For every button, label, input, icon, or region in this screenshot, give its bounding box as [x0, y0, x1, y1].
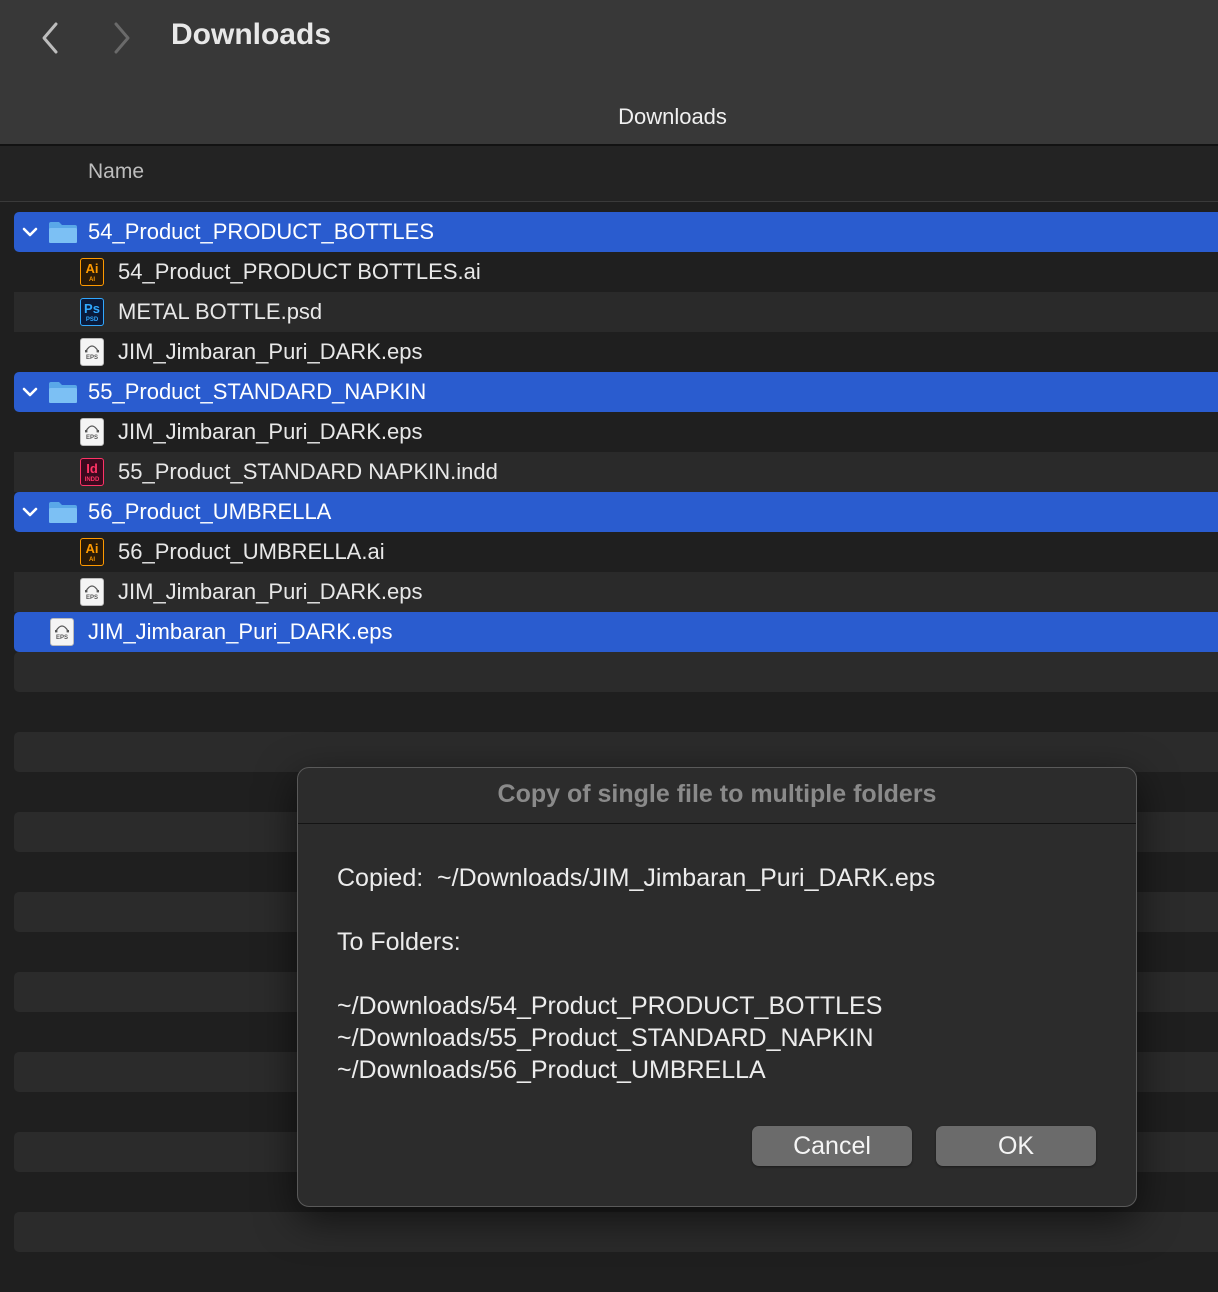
eps-file-icon: EPS	[80, 418, 104, 446]
file-row[interactable]: EPS JIM_Jimbaran_Puri_DARK.eps	[14, 572, 1218, 612]
file-row[interactable]: Ps PSD METAL BOTTLE.psd	[14, 292, 1218, 332]
copied-line: Copied: ~/Downloads/JIM_Jimbaran_Puri_DA…	[337, 864, 936, 892]
eps-file-icon: EPS	[80, 338, 104, 366]
empty-row	[14, 652, 1218, 692]
chevron-down-icon[interactable]	[20, 502, 40, 522]
file-row[interactable]: Id INDD 55_Product_STANDARD NAPKIN.indd	[14, 452, 1218, 492]
folder-icon	[49, 222, 77, 243]
file-name: JIM_Jimbaran_Puri_DARK.eps	[88, 619, 393, 644]
file-row[interactable]: Ai AI 56_Product_UMBRELLA.ai	[14, 532, 1218, 572]
folder-path-line: ~/Downloads/54_Product_PRODUCT_BOTTLES	[337, 992, 883, 1020]
file-name: JIM_Jimbaran_Puri_DARK.eps	[118, 339, 423, 364]
photoshop-file-icon: Ps PSD	[80, 298, 104, 326]
file-name: 54_Product_PRODUCT BOTTLES.ai	[118, 259, 481, 284]
chevron-down-icon[interactable]	[20, 382, 40, 402]
file-name: 56_Product_UMBRELLA.ai	[118, 539, 385, 564]
folder-path-line: ~/Downloads/56_Product_UMBRELLA	[337, 1056, 766, 1084]
window-title: Downloads	[171, 18, 332, 51]
file-name: 55_Product_STANDARD NAPKIN.indd	[118, 459, 498, 484]
dialog-title: Copy of single file to multiple folders	[298, 768, 1136, 824]
dialog-message: Copied: ~/Downloads/JIM_Jimbaran_Puri_DA…	[337, 862, 935, 1086]
illustrator-file-icon: Ai AI	[80, 538, 104, 566]
file-row[interactable]: EPS JIM_Jimbaran_Puri_DARK.eps	[14, 412, 1218, 452]
ok-button[interactable]: OK	[936, 1126, 1096, 1166]
column-header: Name	[0, 146, 1218, 202]
illustrator-file-icon: Ai AI	[80, 258, 104, 286]
to-folders-label: To Folders:	[337, 928, 461, 956]
window-toolbar: Downloads Downloads	[0, 0, 1218, 146]
copy-dialog: Copy of single file to multiple folders …	[297, 767, 1137, 1207]
file-name: JIM_Jimbaran_Puri_DARK.eps	[118, 419, 423, 444]
empty-row	[14, 1212, 1218, 1252]
eps-file-icon: EPS	[80, 578, 104, 606]
folder-name: 54_Product_PRODUCT_BOTTLES	[88, 219, 435, 244]
empty-row	[14, 732, 1218, 772]
folder-row[interactable]: 54_Product_PRODUCT_BOTTLES	[14, 212, 1218, 252]
forward-button[interactable]	[102, 18, 142, 58]
folder-name: 55_Product_STANDARD_NAPKIN	[88, 379, 427, 404]
eps-file-icon: EPS	[50, 618, 74, 646]
file-row[interactable]: EPS JIM_Jimbaran_Puri_DARK.eps	[14, 332, 1218, 372]
chevron-right-icon	[114, 22, 130, 54]
cancel-button[interactable]: Cancel	[752, 1126, 912, 1166]
folder-icon	[49, 502, 77, 523]
folder-icon	[49, 382, 77, 403]
name-column-header[interactable]: Name	[88, 160, 144, 184]
file-name: METAL BOTTLE.psd	[118, 299, 323, 324]
file-name: JIM_Jimbaran_Puri_DARK.eps	[118, 579, 423, 604]
folder-path-line: ~/Downloads/55_Product_STANDARD_NAPKIN	[337, 1024, 874, 1052]
empty-row	[14, 692, 1218, 732]
path-title: Downloads	[618, 104, 727, 129]
folder-row[interactable]: 56_Product_UMBRELLA	[14, 492, 1218, 532]
folder-row[interactable]: 55_Product_STANDARD_NAPKIN	[14, 372, 1218, 412]
indesign-file-icon: Id INDD	[80, 458, 104, 486]
empty-row	[14, 1252, 1218, 1292]
back-button[interactable]	[30, 18, 70, 58]
chevron-down-icon[interactable]	[20, 222, 40, 242]
file-row[interactable]: Ai AI 54_Product_PRODUCT BOTTLES.ai	[14, 252, 1218, 292]
file-row[interactable]: EPS JIM_Jimbaran_Puri_DARK.eps	[14, 612, 1218, 652]
folder-name: 56_Product_UMBRELLA	[88, 499, 332, 524]
chevron-left-icon	[42, 22, 58, 54]
